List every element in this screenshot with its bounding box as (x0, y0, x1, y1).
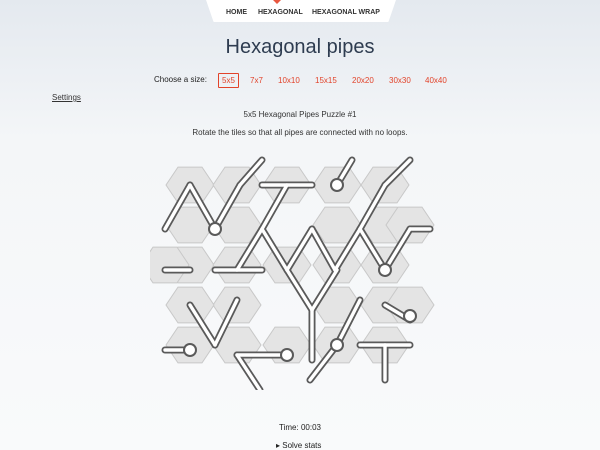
endpoint-node (185, 345, 195, 355)
size-option-7x7[interactable]: 7x7 (246, 73, 267, 88)
nav-hexagonal-wrap-link[interactable]: HEXAGONAL WRAP (312, 9, 380, 16)
endpoint-node (210, 224, 220, 234)
endpoint-node (380, 265, 390, 275)
instructions: Rotate the tiles so that all pipes are c… (192, 128, 408, 137)
timer: Time: 00:03 (279, 423, 321, 432)
puzzle-board[interactable] (150, 155, 450, 390)
size-option-10x10[interactable]: 10x10 (274, 73, 304, 88)
nav-home-link[interactable]: HOME (226, 9, 247, 16)
size-option-5x5[interactable]: 5x5 (218, 73, 239, 88)
solve-stats-toggle[interactable]: ▸ Solve stats (276, 441, 321, 450)
size-option-20x20[interactable]: 20x20 (348, 73, 378, 88)
endpoint-node (332, 340, 342, 350)
size-option-30x30[interactable]: 30x30 (385, 73, 415, 88)
size-selector-label: Choose a size: (154, 75, 207, 84)
nav-hexagonal-link[interactable]: HEXAGONAL (258, 9, 303, 16)
size-option-15x15[interactable]: 15x15 (311, 73, 341, 88)
page-title: Hexagonal pipes (225, 36, 375, 58)
settings-link[interactable]: Settings (52, 93, 81, 102)
endpoint-node (282, 350, 292, 360)
puzzle-title: 5x5 Hexagonal Pipes Puzzle #1 (243, 110, 357, 119)
endpoint-node (405, 311, 415, 321)
size-option-40x40[interactable]: 40x40 (421, 73, 451, 88)
size-selector: Choose a size: 5x5 7x7 10x10 15x15 20x20… (0, 73, 600, 88)
endpoint-node (332, 180, 342, 190)
